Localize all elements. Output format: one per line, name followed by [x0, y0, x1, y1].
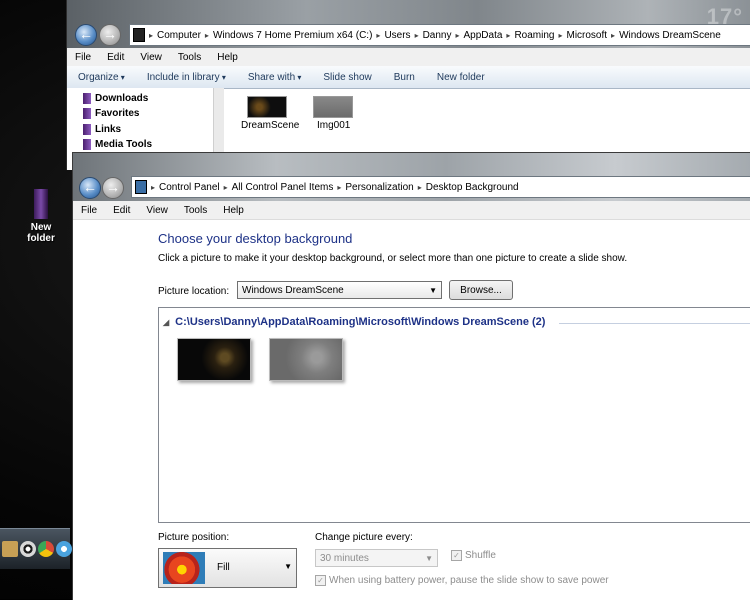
folder-group-header[interactable]: ◢ C:\Users\Danny\AppData\Roaming\Microsof… — [163, 316, 545, 328]
breadcrumb-item[interactable]: Computer — [153, 30, 205, 41]
explorer-taskbar-icon[interactable] — [2, 541, 18, 557]
include-in-library-button[interactable]: Include in library — [136, 72, 237, 83]
breadcrumb-item[interactable]: Users — [380, 30, 414, 41]
battery-option[interactable]: ✓ When using battery power, pause the sli… — [315, 575, 609, 586]
nav-item-favorites[interactable]: Favorites — [83, 108, 140, 119]
picture-location-select[interactable]: Windows DreamScene ▼ — [237, 281, 442, 299]
breadcrumb-item[interactable]: Roaming — [510, 30, 558, 41]
folder-icon — [33, 188, 49, 220]
organize-button[interactable]: Organize — [67, 72, 136, 83]
menu-file[interactable]: File — [67, 52, 99, 63]
breadcrumb-item[interactable]: Windows 7 Home Premium x64 (C:) — [209, 30, 376, 41]
page-title: Choose your desktop background — [158, 231, 353, 246]
desktop-new-folder-icon[interactable]: New folder — [18, 188, 64, 244]
desktop-icon-label-1: New — [30, 222, 52, 233]
file-thumbnail-dreamscene[interactable] — [247, 96, 287, 118]
new-folder-button[interactable]: New folder — [426, 72, 496, 83]
battery-label: When using battery power, pause the slid… — [329, 575, 609, 587]
collapse-icon[interactable]: ◢ — [163, 318, 169, 327]
wallpaper-thumbnail-img001[interactable] — [269, 338, 343, 381]
control-panel-icon — [135, 180, 147, 194]
cp-menu-bar: File Edit View Tools Help — [73, 201, 750, 220]
menu-edit[interactable]: Edit — [99, 52, 132, 63]
explorer-window: 17° ← → ▸ Computer ▸ Windows 7 Home Premi… — [66, 0, 750, 170]
burn-button[interactable]: Burn — [383, 72, 426, 83]
menu-tools[interactable]: Tools — [176, 205, 215, 216]
folder-group-label: C:\Users\Danny\AppData\Roaming\Microsoft… — [175, 316, 546, 328]
page-subtitle: Click a picture to make it your desktop … — [158, 253, 628, 264]
folder-group-divider — [559, 323, 750, 324]
picture-position-label: Picture position: — [158, 532, 230, 543]
menu-view[interactable]: View — [132, 52, 170, 63]
shuffle-label: Shuffle — [465, 550, 496, 562]
chevron-down-icon: ▼ — [284, 562, 292, 571]
menu-edit[interactable]: Edit — [105, 205, 138, 216]
breadcrumb-item[interactable]: Windows DreamScene — [615, 30, 725, 41]
file-label-img001: Img001 — [317, 120, 351, 131]
file-label-dreamscene: DreamScene — [241, 120, 300, 131]
shuffle-checkbox[interactable]: ✓ — [451, 550, 462, 561]
breadcrumb-item[interactable]: Danny — [419, 30, 456, 41]
nav-item-media-tools[interactable]: Media Tools — [83, 139, 153, 150]
share-with-button[interactable]: Share with — [237, 72, 313, 83]
chevron-down-icon: ▼ — [425, 554, 433, 563]
nav-item-label: Favorites — [95, 108, 140, 119]
media-center-taskbar-icon[interactable] — [20, 541, 36, 557]
picture-position-value: Fill — [217, 562, 230, 573]
nav-item-label: Downloads — [95, 93, 149, 104]
library-icon — [83, 124, 91, 135]
menu-file[interactable]: File — [73, 205, 105, 216]
breadcrumb-item[interactable]: Desktop Background — [422, 182, 523, 193]
wallpaper-thumbnail-dreamscene[interactable] — [177, 338, 251, 381]
explorer-menu-bar: File Edit View Tools Help — [67, 48, 750, 67]
desktop-icon-label-2: folder — [27, 233, 55, 244]
battery-checkbox[interactable]: ✓ — [315, 575, 326, 586]
nav-item-links[interactable]: Links — [83, 124, 122, 135]
nav-item-downloads[interactable]: Downloads — [83, 93, 149, 104]
breadcrumb-item[interactable]: AppData — [460, 30, 507, 41]
change-picture-label: Change picture every: — [315, 532, 413, 543]
menu-help[interactable]: Help — [215, 205, 252, 216]
menu-help[interactable]: Help — [209, 52, 246, 63]
picture-location-value: Windows DreamScene — [242, 285, 344, 296]
chevron-down-icon: ▼ — [429, 286, 437, 295]
breadcrumb-item[interactable]: Microsoft — [562, 30, 611, 41]
ie-taskbar-icon[interactable] — [56, 541, 72, 557]
menu-tools[interactable]: Tools — [170, 52, 209, 63]
drive-icon — [133, 28, 145, 42]
menu-view[interactable]: View — [138, 205, 176, 216]
nav-item-label: Media Tools — [95, 139, 153, 150]
wallpaper-gallery[interactable]: ◢ C:\Users\Danny\AppData\Roaming\Microsof… — [158, 307, 750, 523]
breadcrumb-item[interactable]: Control Panel — [155, 182, 224, 193]
picture-location-label: Picture location: — [158, 286, 230, 297]
cp-back-button[interactable]: ← — [79, 177, 101, 199]
explorer-forward-button[interactable]: → — [99, 24, 121, 46]
cp-forward-button[interactable]: → — [102, 177, 124, 199]
explorer-title-bar: 17° ← → ▸ Computer ▸ Windows 7 Home Premi… — [67, 0, 750, 48]
taskbar — [0, 528, 72, 569]
breadcrumb-item[interactable]: All Control Panel Items — [228, 182, 338, 193]
shuffle-option[interactable]: ✓ Shuffle — [451, 550, 496, 561]
library-icon — [83, 139, 91, 150]
explorer-toolbar: Organize Include in library Share with S… — [67, 66, 750, 89]
nav-pane-scrollbar[interactable] — [213, 88, 224, 154]
breadcrumb-item[interactable]: Personalization — [341, 182, 417, 193]
slide-show-button[interactable]: Slide show — [312, 72, 382, 83]
library-icon — [83, 93, 91, 104]
explorer-back-button[interactable]: ← — [75, 24, 97, 46]
browse-button[interactable]: Browse... — [449, 280, 513, 300]
control-panel-title-bar: ← → ▸ Control Panel ▸ All Control Panel I… — [73, 153, 750, 201]
library-icon — [83, 108, 91, 119]
file-thumbnail-img001[interactable] — [313, 96, 353, 118]
nav-item-label: Links — [95, 124, 122, 135]
control-panel-window: ← → ▸ Control Panel ▸ All Control Panel I… — [72, 152, 750, 600]
chrome-taskbar-icon[interactable] — [38, 541, 54, 557]
cp-address-bar[interactable]: ▸ Control Panel ▸ All Control Panel Items… — [131, 176, 750, 198]
explorer-address-bar[interactable]: ▸ Computer ▸ Windows 7 Home Premium x64 (… — [129, 24, 750, 46]
change-interval-select[interactable]: 30 minutes ▼ — [315, 549, 438, 567]
change-interval-value: 30 minutes — [320, 553, 369, 564]
flower-preview-icon — [163, 552, 205, 584]
picture-position-select[interactable]: Fill ▼ — [158, 548, 297, 588]
